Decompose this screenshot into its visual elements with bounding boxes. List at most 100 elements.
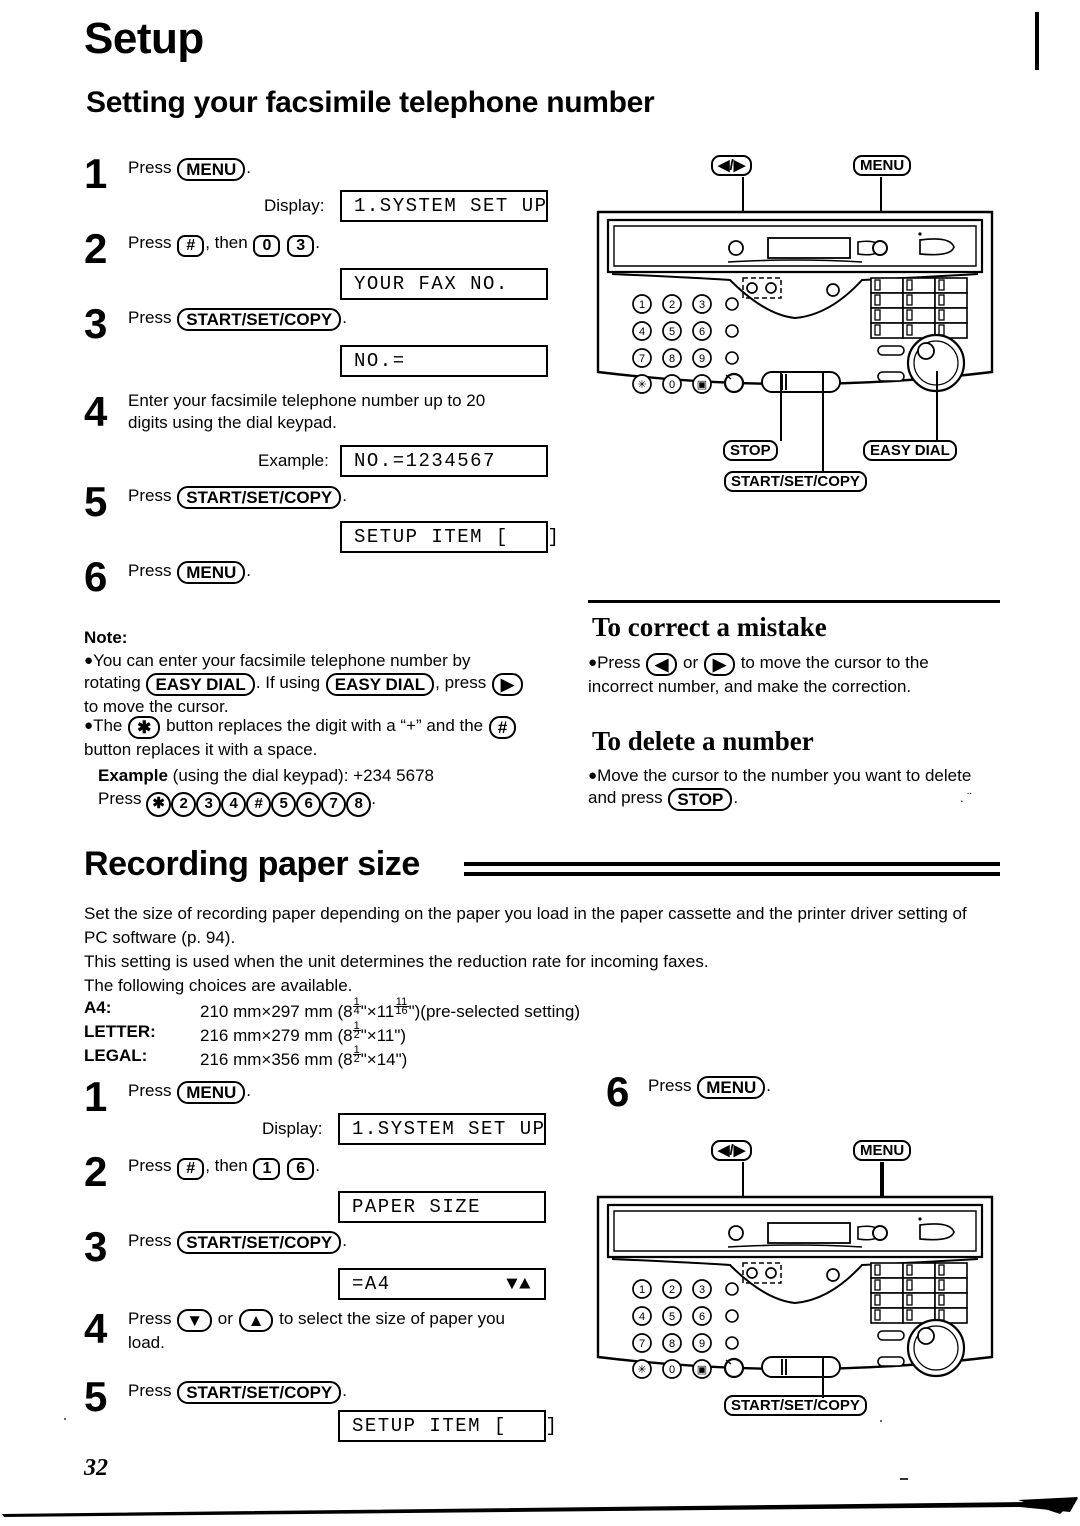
bullet-icon: ●: [588, 654, 598, 671]
imperial-middle: "×11: [360, 1002, 395, 1021]
note-text-fragment: button replaces the digit with a “+” and…: [161, 716, 488, 735]
text-fragment: .: [733, 787, 739, 807]
step-number: 3: [84, 300, 108, 347]
hash-key-reference: #: [177, 235, 205, 257]
step-number: 4: [84, 388, 108, 435]
press-key: #: [246, 792, 272, 817]
menu-button-reference: MENU: [177, 1081, 246, 1104]
metric-dimensions: 210 mm×297 mm: [200, 1002, 333, 1021]
up-arrow-button-reference: ▲: [238, 1309, 274, 1332]
step-text-fragment: .: [766, 1076, 771, 1095]
step-text-fragment: .: [246, 1081, 251, 1100]
fax-panel-diagram-top: ◀/▶ MENU 1 2 3 4 5 6 7 8 9 ✳ 0 ▣ STOP EA…: [590, 155, 1000, 500]
fraction-eleven-sixteenths: 11 16: [394, 996, 409, 1017]
step-text-fragment: , then: [205, 1156, 253, 1175]
example-label: Example:: [258, 451, 329, 470]
scan-speck: [64, 1418, 66, 1420]
callout-easy-dial-label: EASY DIAL: [862, 440, 958, 461]
svg-text:5: 5: [669, 1311, 675, 1323]
press-key: 8: [346, 792, 372, 817]
digit-key-reference: 1: [253, 1158, 281, 1180]
svg-text:7: 7: [639, 353, 645, 365]
step-number: 4: [84, 1305, 108, 1352]
fraction-one-quarter: 14: [352, 996, 361, 1017]
imperial-middle: "×11: [360, 1026, 395, 1045]
lcd-display: 1.SYSTEM SET UP: [340, 190, 548, 222]
step-number: 5: [84, 478, 108, 525]
step-text-fragment: Press: [128, 158, 177, 177]
imperial-suffix: "): [394, 1026, 407, 1045]
press-key: 2: [171, 792, 197, 817]
s2-step-3-instruction: Press START/SET/COPY.: [128, 1230, 347, 1254]
lcd-display: SETUP ITEM [ ]: [340, 521, 559, 553]
arrow-buttons-icon: ◀/▶: [711, 1140, 753, 1161]
callout-menu-label: MENU: [852, 155, 912, 176]
page-number: 32: [84, 1455, 108, 1481]
callout-menu-label: MENU: [852, 1140, 912, 1161]
example-text: (using the dial keypad): +234 5678: [167, 766, 434, 785]
step-text-fragment: .: [342, 1231, 348, 1250]
step-2-instruction: Press #, then 0 3.: [128, 232, 320, 257]
s2-step-6-instruction: Press MENU.: [648, 1075, 771, 1099]
start-set-copy-button-callout: START/SET/COPY: [724, 471, 867, 492]
step-number: 6: [84, 553, 108, 600]
digit-key-reference: 3: [287, 235, 315, 257]
step-text-fragment: .: [342, 1381, 348, 1400]
section-divider-rule: [588, 600, 1000, 603]
callout-start-label: START/SET/COPY: [723, 471, 868, 492]
step-number: 3: [84, 1223, 108, 1270]
callout-start-label: START/SET/COPY: [723, 1395, 868, 1416]
display-label: Display:: [262, 1119, 323, 1138]
step-text-fragment: Press: [128, 1309, 177, 1328]
press-key: 6: [296, 792, 322, 817]
section-heading-recording-paper-size: Recording paper size: [84, 845, 420, 883]
text-fragment: or: [678, 653, 703, 672]
step-text-fragment: Press: [128, 233, 177, 252]
note-text-fragment: The: [93, 716, 128, 735]
note-item-2: ●The ✱ button replaces the digit with a …: [84, 715, 534, 761]
right-arrow-button-reference: ▶: [491, 672, 523, 696]
bullet-icon: ●: [84, 652, 94, 669]
bullet-icon: ●: [588, 767, 598, 784]
imperial-prefix: (8: [337, 1026, 353, 1045]
step-text-fragment: or: [213, 1309, 238, 1328]
svg-text:4: 4: [639, 1311, 645, 1323]
svg-text:✳: ✳: [637, 1364, 646, 1376]
scan-edge-artifact: [2, 1497, 1078, 1517]
svg-text:9: 9: [699, 1338, 705, 1350]
fax-panel-diagram-bottom: ◀/▶ MENU 123 456 789 ✳ 0 ▣ START/SET/COP…: [590, 1140, 1000, 1440]
callout-arrows-label: ◀/▶: [710, 155, 753, 176]
note-text-fragment: to move the cursor.: [84, 696, 229, 716]
step-5-instruction: Press START/SET/COPY.: [128, 485, 347, 509]
fax-machine-illustration: 1 2 3 4 5 6 7 8 9 ✳ 0 ▣: [596, 210, 994, 394]
leader-line-stop: [780, 373, 782, 441]
svg-text:3: 3: [699, 1284, 705, 1296]
paper-size-label: LEGAL:: [84, 1046, 148, 1065]
step-1-instruction: Press MENU.: [128, 157, 251, 181]
heading-rule-top: [464, 862, 1000, 866]
leader-line-start: [822, 1358, 824, 1398]
note-text-fragment: , press: [435, 672, 491, 692]
asterisk-key-reference: ✱: [128, 716, 161, 739]
metric-dimensions: 216 mm×279 mm: [200, 1026, 333, 1045]
lcd-display: NO.=: [340, 345, 548, 377]
svg-text:6: 6: [699, 1311, 705, 1323]
paragraph-1: Set the size of recording paper dependin…: [84, 904, 967, 947]
menu-button-reference: MENU: [697, 1076, 766, 1099]
lcd-display: NO.=1234567: [340, 445, 548, 477]
note-item-1: ●You can enter your facsimile telephone …: [84, 650, 524, 717]
step-number: 2: [84, 1148, 108, 1195]
svg-text:5: 5: [669, 326, 675, 338]
menu-button-callout: MENU: [853, 155, 912, 176]
start-set-copy-button-reference: START/SET/COPY: [177, 486, 342, 509]
start-set-copy-button-reference: START/SET/COPY: [177, 1231, 342, 1254]
step-text-fragment: .: [342, 308, 348, 327]
lcd-value: =A4: [352, 1273, 391, 1295]
press-key-sequence: ✱ 2 3 4 #5 6 7 8: [146, 789, 372, 817]
press-key: 3: [196, 792, 222, 817]
step-text-fragment: Press: [128, 561, 177, 580]
press-key: 5: [271, 792, 297, 817]
lcd-display: 1.SYSTEM SET UP: [338, 1113, 546, 1145]
paper-size-value: 216 mm×279 mm (8 1 2 "×11"): [200, 1021, 407, 1048]
step-number: 1: [84, 1073, 108, 1120]
